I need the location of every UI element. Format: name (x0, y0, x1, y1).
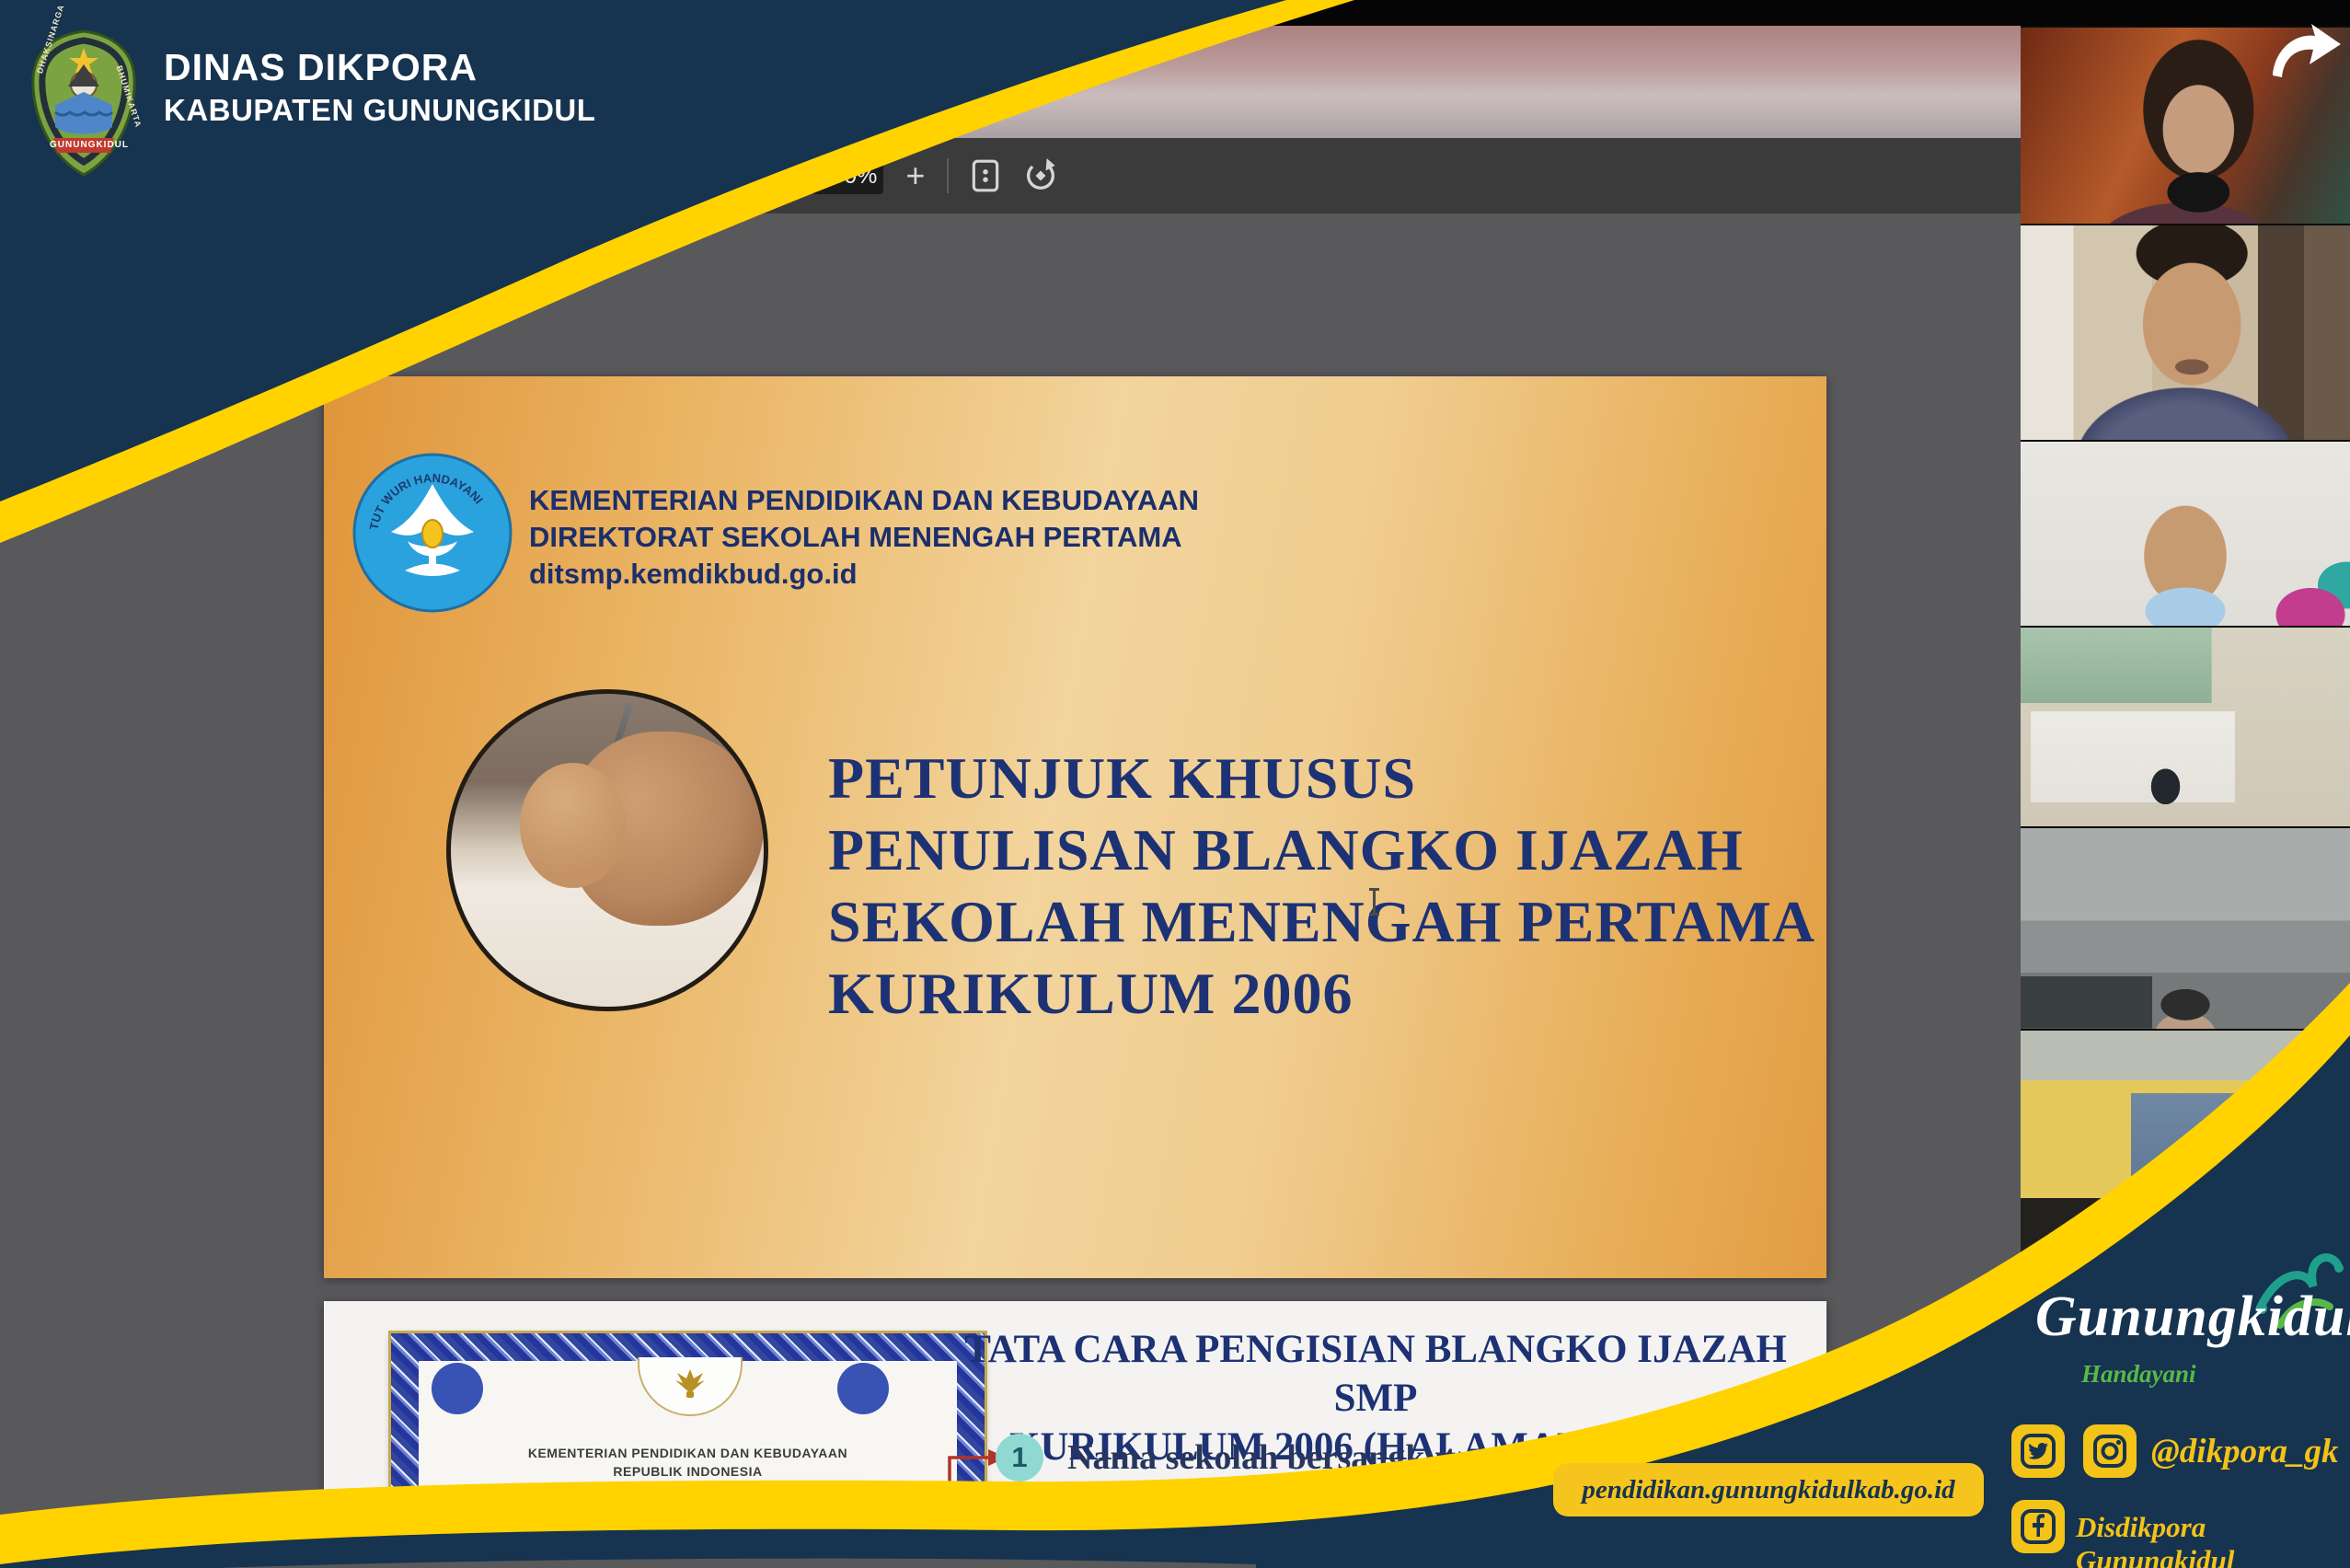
participant-video-6[interactable] (2021, 1031, 2350, 1257)
facebook-icon (2011, 1500, 2065, 1553)
zoom-out-button[interactable]: − (770, 159, 789, 192)
website-url: pendidikan.gunungkidulkab.go.id (1582, 1475, 1954, 1505)
item-2-text-line-1: Nomor Pokok Sekolah Nasional (NPSN) (1067, 1548, 1665, 1568)
fingers-graphic (520, 763, 627, 888)
ministry-line: KEMENTERIAN PENDIDIKAN DAN KEBUDAYAAN (529, 482, 1199, 519)
pdf-toolbar: 12 / 55 − 100% + (0, 138, 2021, 213)
rotate-icon[interactable] (1022, 157, 1059, 194)
page-count-label: / 55 (685, 162, 724, 190)
text-cursor (1373, 888, 1376, 916)
pdf-toolbar-controls: 12 / 55 − 100% + (618, 138, 1059, 213)
org-subtitle: KABUPATEN GUNUNGKIDUL (164, 93, 595, 128)
zoom-level[interactable]: 100% (812, 157, 883, 194)
participant-video-4[interactable] (2021, 628, 2350, 826)
page-number-input[interactable]: 12 (618, 157, 662, 194)
crest-ribbon-text: GUNUNGKIDUL (50, 140, 129, 150)
website-line: ditsmp.kemdikbud.go.id (529, 556, 1199, 593)
instagram-icon (2083, 1424, 2137, 1478)
pdf-page-area[interactable]: TUT WURI HANDAYANI KEMENTERIAN PENDIDIKA… (0, 213, 2021, 1568)
title-line-1: PETUNJUK KHUSUS (828, 743, 1815, 814)
shared-screen: 12 / 55 − 100% + (0, 26, 2021, 1568)
slide1-title: PETUNJUK KHUSUS PENULISAN BLANGKO IJAZAH… (828, 743, 1815, 1030)
toolbar-divider (947, 158, 949, 193)
fit-to-page-icon[interactable] (971, 158, 1000, 193)
item-1-number: 1 (996, 1434, 1043, 1482)
participant-video-5[interactable] (2021, 828, 2350, 1029)
tutwuri-handayani-logo: TUT WURI HANDAYANI (352, 453, 513, 613)
website-banner: pendidikan.gunungkidulkab.go.id (1553, 1463, 1984, 1516)
footer-logo-subtext: Handayani (2081, 1360, 2196, 1389)
twitter-icon (2011, 1424, 2065, 1478)
social-handle: @dikpora_gk (2151, 1432, 2338, 1471)
org-name: DINAS DIKPORA (164, 46, 478, 89)
gunungkidul-crest: DHAKSINARGA BHUMIKARTA GUNUNGKIDUL (28, 28, 140, 183)
toolbar-divider (746, 158, 748, 193)
slide-title-page: TUT WURI HANDAYANI KEMENTERIAN PENDIDIKA… (324, 376, 1826, 1278)
zoom-in-button[interactable]: + (905, 159, 925, 192)
item-1-text-line-2: ijazah sesuai dengan nomenklatur. (1067, 1494, 1583, 1535)
title-line-2: PENULISAN BLANGKO IJAZAH (828, 814, 1815, 886)
participant-video-3[interactable] (2021, 442, 2350, 626)
directorate-line: DIREKTORAT SEKOLAH MENENGAH PERTAMA (529, 519, 1199, 556)
title-line-3: SEKOLAH MENENGAH PERTAMA (828, 886, 1815, 958)
share-arrow-icon[interactable] (2265, 20, 2346, 87)
slide2-title-line-1: TATA CARA PENGISIAN BLANGKO IJAZAH SMP (934, 1325, 1817, 1423)
footer-logo-text: Gunungkidul (2035, 1285, 2350, 1350)
slide-tata-cara: KEMENTERIAN PENDIDIKAN DAN KEBUDAYAAN RE… (324, 1301, 1826, 1568)
video-conference-window: 12 / 55 − 100% + (0, 0, 2350, 1568)
title-line-4: KURIKULUM 2006 (828, 958, 1815, 1030)
top-black-bar (0, 0, 2350, 26)
writing-hand-photo (446, 689, 768, 1011)
facebook-name: Disdikpora Gunungkidul (2076, 1511, 2350, 1568)
participant-video-2[interactable] (2021, 225, 2350, 440)
slide1-ministry-header: KEMENTERIAN PENDIDIKAN DAN KEBUDAYAAN DI… (529, 482, 1199, 593)
